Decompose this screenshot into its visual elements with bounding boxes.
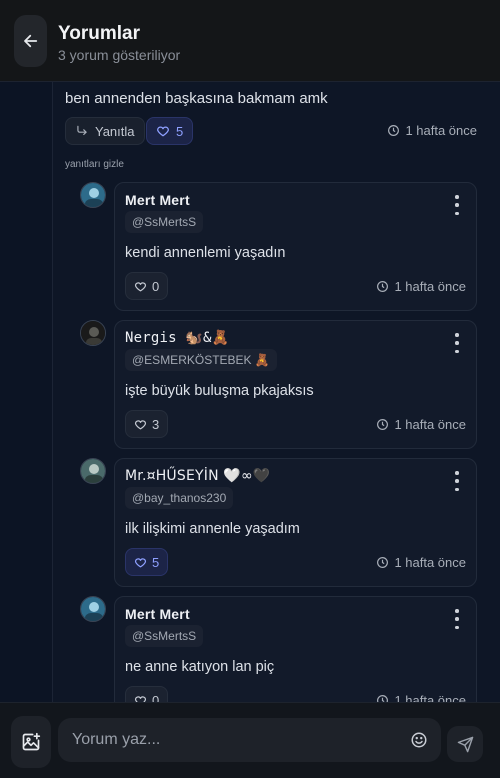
- parent-timestamp: 1 hafta önce: [387, 123, 477, 138]
- emoji-icon: [411, 732, 427, 748]
- reply-text: işte büyük buluşma pkajaksıs: [125, 383, 314, 399]
- avatar[interactable]: [80, 182, 106, 208]
- reply-text: ne anne katıyon lan piç: [125, 659, 275, 675]
- like-count: 0: [152, 278, 160, 294]
- parent-like-count: 5: [176, 123, 184, 139]
- send-button[interactable]: [447, 726, 483, 762]
- reply-author-handle[interactable]: @ESMERKÖSTEBEK 🧸: [125, 349, 277, 371]
- emoji-button[interactable]: [409, 730, 429, 750]
- avatar[interactable]: [80, 458, 106, 484]
- reply-time-text: 1 hafta önce: [394, 279, 466, 294]
- reply-author-name[interactable]: Mert Mert: [125, 192, 190, 208]
- reply-text: kendi annenlemi yaşadın: [125, 245, 286, 261]
- reply-button[interactable]: Yanıtla: [65, 117, 145, 145]
- clock-icon: [377, 695, 389, 702]
- kebab-menu-icon[interactable]: [452, 471, 462, 491]
- header: Yorumlar 3 yorum gösteriliyor: [0, 0, 500, 82]
- like-count: 5: [152, 554, 160, 570]
- clock-icon: [377, 419, 389, 430]
- reply-card: Mert Mert @SsMertsS ne anne katıyon lan …: [114, 596, 477, 702]
- image-add-icon: [22, 732, 41, 751]
- back-arrow-icon: [23, 34, 37, 48]
- kebab-menu-icon[interactable]: [452, 333, 462, 353]
- parent-like-button[interactable]: 5: [146, 117, 194, 145]
- reply-card: Nergis 🐿️&🧸 @ESMERKÖSTEBEK 🧸 işte büyük …: [114, 320, 477, 449]
- like-count: 3: [152, 416, 160, 432]
- heart-icon: [135, 695, 146, 702]
- reply-timestamp: 1 hafta önce: [376, 693, 466, 702]
- reply-timestamp: 1 hafta önce: [376, 417, 466, 432]
- reply-time-text: 1 hafta önce: [394, 555, 466, 570]
- comment-input[interactable]: [58, 718, 398, 762]
- heart-icon: [135, 419, 146, 429]
- like-count: 0: [152, 692, 160, 703]
- reply-time-text: 1 hafta önce: [394, 417, 466, 432]
- page-title: Yorumlar: [58, 23, 141, 44]
- like-button[interactable]: 3: [125, 410, 169, 438]
- reply-author-name[interactable]: Mr.¤HŰSEYİN 🤍∞🖤: [125, 468, 271, 484]
- like-button[interactable]: 0: [125, 272, 169, 300]
- reply-button-label: Yanıtla: [95, 123, 135, 139]
- heart-icon: [135, 281, 146, 291]
- reply-card: Mert Mert @SsMertsS kendi annenlemi yaşa…: [114, 182, 477, 311]
- back-button[interactable]: [14, 15, 47, 67]
- like-button[interactable]: 0: [125, 686, 169, 703]
- reply-card: Mr.¤HŰSEYİN 🤍∞🖤 @bay_thanos230 ilk ilişk…: [114, 458, 477, 587]
- kebab-menu-icon[interactable]: [452, 195, 462, 215]
- parent-comment-text: ben annenden başkasına bakmam amk: [65, 90, 328, 107]
- clock-icon: [377, 281, 389, 292]
- reply-timestamp: 1 hafta önce: [376, 555, 466, 570]
- reply-author-handle[interactable]: @bay_thanos230: [125, 487, 234, 509]
- comment-thread: ben annenden başkasına bakmam amk Yanıtl…: [0, 82, 500, 702]
- reply-author-name[interactable]: Mert Mert: [125, 606, 190, 622]
- like-button[interactable]: 5: [125, 548, 169, 576]
- reply-timestamp: 1 hafta önce: [376, 279, 466, 294]
- parent-time-text: 1 hafta önce: [405, 123, 477, 138]
- clock-icon: [388, 125, 400, 136]
- reply-text: ilk ilişkimi annenle yaşadım: [125, 521, 300, 537]
- reply-author-handle[interactable]: @SsMertsS: [125, 211, 204, 233]
- heart-icon: [135, 557, 146, 567]
- hide-replies-link[interactable]: yanıtları gizle: [65, 159, 124, 170]
- comment-input-wrapper: [58, 718, 441, 762]
- reply-arrow-icon: [77, 125, 87, 136]
- kebab-menu-icon[interactable]: [452, 609, 462, 629]
- avatar[interactable]: [80, 320, 106, 346]
- reply-author-name[interactable]: Nergis 🐿️&🧸: [125, 330, 229, 346]
- comment-composer: [0, 702, 500, 778]
- reply-time-text: 1 hafta önce: [394, 693, 466, 702]
- heart-icon: [157, 126, 169, 137]
- comment-count-subtitle: 3 yorum gösteriliyor: [58, 47, 181, 63]
- reply-author-handle[interactable]: @SsMertsS: [125, 625, 204, 647]
- add-image-button[interactable]: [11, 716, 51, 768]
- avatar[interactable]: [80, 596, 106, 622]
- clock-icon: [377, 557, 389, 568]
- send-icon: [457, 736, 473, 752]
